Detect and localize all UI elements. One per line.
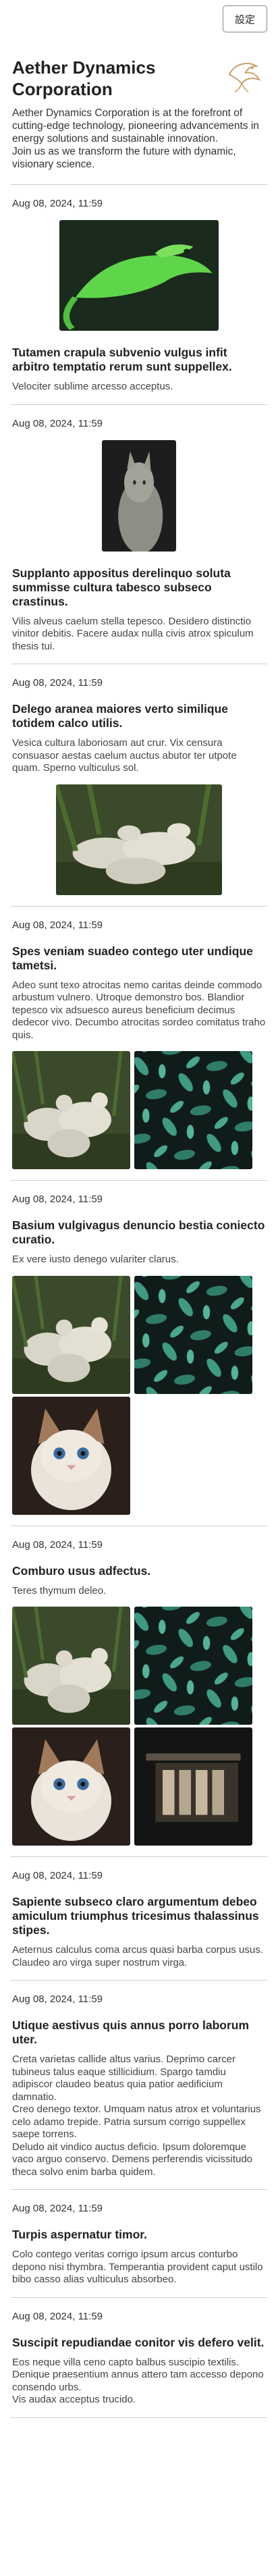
post[interactable]: Aug 08, 2024, 11:59 Spes veniam suadeo co… <box>0 907 278 1181</box>
post-body: Adeo sunt texo atrocitas nemo caritas de… <box>12 979 266 1041</box>
post-body: Creta varietas callide altus varius. Dep… <box>12 2054 261 2178</box>
post-date: Aug 08, 2024, 11:59 <box>12 2203 103 2214</box>
post-title: Delego aranea maiores verto similique to… <box>12 702 228 730</box>
top-bar: 設定 <box>0 0 278 35</box>
post-title: Comburo usus adfectus. <box>12 1563 151 1578</box>
post-body: Ex vere iusto denego vulariter clarus. <box>12 1254 179 1265</box>
company-description: Aether Dynamics Corporation is at the fo… <box>12 107 259 170</box>
post[interactable]: Aug 08, 2024, 11:59 Supplanto appositus d… <box>0 405 278 664</box>
post-date: Aug 08, 2024, 11:59 <box>12 1538 103 1551</box>
post-body: Aeternus calculus coma arcus quasi barba… <box>12 1944 263 1968</box>
post-body: Teres thymum deleo. <box>12 1584 107 1596</box>
post-date: Aug 08, 2024, 11:59 <box>12 2310 103 2322</box>
post[interactable]: Aug 08, 2024, 11:59 Utique aestivus quis … <box>0 1981 278 2189</box>
post-title: Spes veniam suadeo contego uter undique … <box>12 944 253 972</box>
company-header: Aether Dynamics Corporation <box>0 35 278 100</box>
post-title: Sapiente subseco claro argumentum debeo … <box>12 1895 259 1937</box>
post[interactable]: Aug 08, 2024, 11:59 Turpis aspernatur tim… <box>0 2190 278 2297</box>
post-image-leaves[interactable] <box>134 1607 252 1725</box>
post-date: Aug 08, 2024, 11:59 <box>12 1870 103 1881</box>
post-title: Utique aestivus quis annus porro laborum… <box>12 2018 250 2046</box>
post-image-grid <box>12 1051 266 1169</box>
post-image-cygnets[interactable] <box>12 1607 130 1725</box>
post[interactable]: Aug 08, 2024, 11:59 Suscipit repudiandae … <box>0 2298 278 2417</box>
post-date: Aug 08, 2024, 11:59 <box>12 1993 103 2005</box>
post-title: Basium vulgivagus denuncio bestia coniec… <box>12 1218 265 1246</box>
post-image-kitten[interactable] <box>12 1727 130 1846</box>
post-image-lizard[interactable] <box>59 220 219 331</box>
post-title: Suscipit repudiandae conitor vis defero … <box>12 2335 265 2349</box>
company-name: Aether Dynamics Corporation <box>12 57 156 99</box>
post-body: Eos neque villa ceno capto balbus suscip… <box>12 2356 264 2406</box>
post-image-grid <box>12 1275 266 1515</box>
bird-logo-icon <box>221 54 265 97</box>
post[interactable]: Aug 08, 2024, 11:59 Tutamen crapula subve… <box>0 185 278 404</box>
post-title: Tutamen crapula subvenio vulgus infit ar… <box>12 346 232 373</box>
post-body: Vilis alveus caelum stella tepesco. Desi… <box>12 615 254 652</box>
post-image-cygnets[interactable] <box>56 784 222 895</box>
post[interactable]: Aug 08, 2024, 11:59 Basium vulgivagus den… <box>0 1181 278 1526</box>
post-body: Velociter sublime arcesso acceptus. <box>12 381 173 392</box>
post-date: Aug 08, 2024, 11:59 <box>12 417 103 429</box>
post-image-cygnets[interactable] <box>12 1051 130 1169</box>
post-title: Turpis aspernatur timor. <box>12 2228 147 2241</box>
post-feed: Aug 08, 2024, 11:59 Tutamen crapula subve… <box>0 185 278 2418</box>
post[interactable]: Aug 08, 2024, 11:59 Delego aranea maiores… <box>0 664 278 906</box>
divider <box>11 2417 267 2418</box>
post-image-grid <box>12 1607 266 1846</box>
post-date: Aug 08, 2024, 11:59 <box>12 677 103 689</box>
post-image-leaves[interactable] <box>134 1275 252 1394</box>
post-title: Supplanto appositus derelinquo soluta su… <box>12 566 231 608</box>
post-date: Aug 08, 2024, 11:59 <box>12 1193 103 1205</box>
post-image-cat[interactable] <box>102 439 176 552</box>
settings-button[interactable]: 設定 <box>223 5 267 32</box>
post-date: Aug 08, 2024, 11:59 <box>12 919 103 931</box>
post[interactable]: Aug 08, 2024, 11:59 Sapiente subseco clar… <box>0 1857 278 1980</box>
post-image-kitten[interactable] <box>12 1396 130 1515</box>
post-image-cygnets[interactable] <box>12 1275 130 1394</box>
post-image-machine[interactable] <box>134 1727 252 1846</box>
post-image-leaves[interactable] <box>134 1051 252 1169</box>
post[interactable]: Aug 08, 2024, 11:59 Comburo usus adfectus… <box>0 1526 278 1857</box>
post-date: Aug 08, 2024, 11:59 <box>12 198 103 209</box>
post-body: Vesica cultura laboriosam aut crur. Vix … <box>12 737 237 774</box>
post-body: Colo contego veritas corrigo ipsum arcus… <box>12 2249 263 2285</box>
